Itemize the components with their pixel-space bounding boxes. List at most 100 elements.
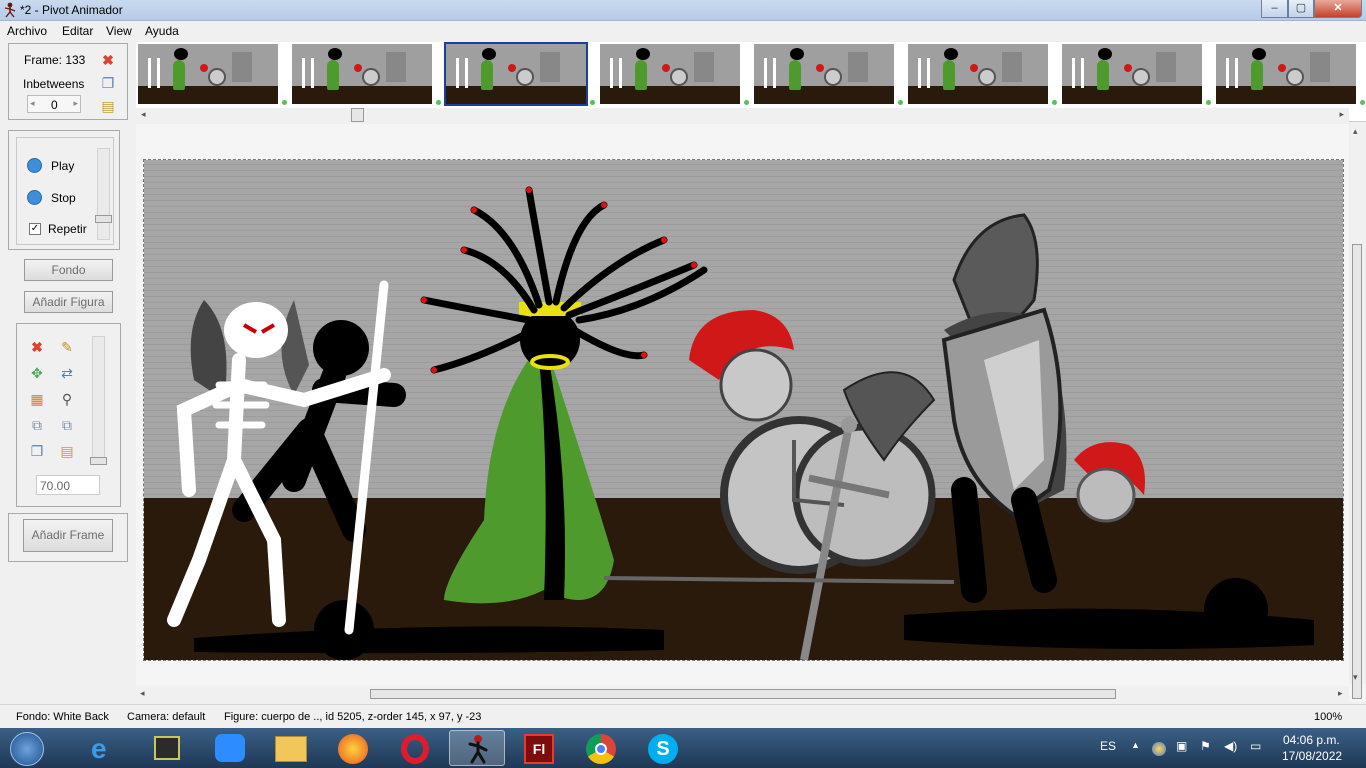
frame-thumbnail[interactable]: [600, 44, 740, 104]
skype-icon[interactable]: S: [635, 730, 691, 766]
repeat-label[interactable]: Repetir: [48, 222, 87, 236]
menu-view[interactable]: View: [106, 24, 132, 38]
animation-canvas[interactable]: [143, 159, 1344, 661]
title-bar: *2 - Pivot Animador – ▢ ✕: [0, 0, 1366, 21]
add-frame-button[interactable]: Añadir Frame: [23, 519, 113, 552]
frame-panel: Frame: 133 Inbetweens ◂ 0 ▸ ✖ ❐ ▤: [8, 43, 128, 120]
frame-thumbnail[interactable]: [1216, 44, 1356, 104]
file-explorer-icon[interactable]: [263, 730, 319, 766]
inbetweens-label: Inbetweens: [23, 77, 85, 91]
send-back-icon[interactable]: ⧉: [59, 417, 75, 433]
clock-time[interactable]: 04:06 p.m.: [1283, 733, 1340, 747]
fallen-helmet-metal: [1076, 467, 1136, 523]
tray-device-icon[interactable]: ▣: [1176, 739, 1187, 753]
firefox-icon[interactable]: [325, 730, 381, 766]
frame-indicator-dot: [1052, 100, 1057, 105]
color-palette-icon[interactable]: ▦: [29, 391, 45, 407]
scroll-up-icon[interactable]: ▴: [1353, 126, 1358, 137]
repeat-checkbox[interactable]: ✓: [29, 223, 41, 235]
frame-thumbnail[interactable]: [1062, 44, 1202, 104]
frame-thumbnail[interactable]: [908, 44, 1048, 104]
canvas-vertical-scrollbar[interactable]: ▴ ▾: [1349, 124, 1366, 699]
join-tool-icon[interactable]: ⚲: [59, 391, 75, 407]
start-orb-icon[interactable]: [0, 730, 54, 766]
frame-indicator-dot: [1360, 100, 1365, 105]
playback-inner: Play Stop ✓ Repetir: [16, 137, 114, 245]
strip-scroll-thumb[interactable]: [351, 108, 364, 122]
stepper-right-icon[interactable]: ▸: [73, 98, 78, 109]
chrome-icon[interactable]: [573, 730, 629, 766]
frame-thumbnail[interactable]: [292, 44, 432, 104]
status-camera: Camera: default: [127, 711, 206, 723]
copy-frame-icon[interactable]: ❐: [100, 75, 116, 91]
bring-front-icon[interactable]: ⧉: [29, 417, 45, 433]
pivot-app-icon: [4, 2, 16, 18]
edit-pencil-icon[interactable]: ✎: [59, 339, 75, 355]
delete-frame-icon[interactable]: ✖: [100, 52, 116, 68]
scale-input[interactable]: 70.00: [36, 475, 100, 495]
fallen-helmet: [314, 600, 374, 660]
play-label[interactable]: Play: [51, 159, 74, 173]
canvas-horizontal-scrollbar[interactable]: ◂ ▸: [136, 686, 1349, 703]
internet-explorer-icon[interactable]: e: [78, 730, 134, 766]
opera-icon[interactable]: [387, 730, 443, 766]
play-icon[interactable]: [27, 158, 42, 173]
tray-app-icon[interactable]: [1152, 742, 1166, 756]
horizontal-scroll-thumb[interactable]: [370, 689, 1116, 699]
tray-volume-icon[interactable]: ◀): [1224, 739, 1237, 753]
pivot-animator-icon[interactable]: [449, 730, 505, 766]
fallen-head: [1204, 578, 1268, 642]
stop-label[interactable]: Stop: [51, 191, 76, 205]
frame-thumbnail[interactable]: [754, 44, 894, 104]
frame-strip: ◂ ▸: [136, 42, 1366, 122]
fondo-button[interactable]: Fondo: [24, 259, 113, 281]
scroll-down-icon[interactable]: ▾: [1353, 672, 1358, 683]
tray-flag-icon[interactable]: ⚑: [1200, 739, 1211, 753]
frame-thumbnail[interactable]: [444, 42, 588, 106]
stepper-left-icon[interactable]: ◂: [30, 98, 35, 109]
strip-scroll-right-icon[interactable]: ▸: [1339, 109, 1344, 120]
maximize-button[interactable]: ▢: [1288, 0, 1314, 18]
paste-frame-icon[interactable]: ▤: [100, 98, 116, 114]
stop-icon[interactable]: [27, 190, 42, 205]
center-figure-icon[interactable]: ✥: [29, 365, 45, 381]
frame-indicator-dot: [436, 100, 441, 105]
tray-expand-icon[interactable]: ▲: [1131, 740, 1140, 750]
frame-strip-scrollbar[interactable]: ◂ ▸: [136, 108, 1349, 122]
status-fondo: Fondo: White Back: [16, 711, 109, 723]
scale-slider[interactable]: [90, 336, 107, 465]
copy-figure-icon[interactable]: ❐: [29, 443, 45, 459]
speed-slider-handle[interactable]: [95, 215, 112, 223]
menu-editar[interactable]: Editar: [62, 24, 93, 38]
strip-scroll-left-icon[interactable]: ◂: [141, 109, 146, 120]
scale-slider-handle[interactable]: [90, 457, 107, 465]
flash-icon[interactable]: Fl: [511, 730, 567, 766]
menu-bar: Archivo Editar View Ayuda: [0, 22, 1366, 40]
vertical-scroll-thumb[interactable]: [1352, 244, 1362, 699]
paste-figure-icon[interactable]: ▤: [59, 443, 75, 459]
frame-indicator-dot: [1206, 100, 1211, 105]
tray-network-icon[interactable]: ▭: [1250, 739, 1261, 753]
inbetweens-stepper[interactable]: ◂ 0 ▸: [27, 95, 81, 113]
playback-panel: Play Stop ✓ Repetir: [8, 130, 120, 250]
close-button[interactable]: ✕: [1314, 0, 1362, 18]
menu-ayuda[interactable]: Ayuda: [145, 24, 179, 38]
language-indicator[interactable]: ES: [1100, 739, 1116, 753]
flip-figure-icon[interactable]: ⇄: [59, 365, 75, 381]
add-figure-button[interactable]: Añadir Figura: [24, 291, 113, 313]
status-zoom: 100%: [1314, 711, 1343, 723]
frame-indicator-dot: [590, 100, 595, 105]
delete-figure-icon[interactable]: ✖: [29, 339, 45, 355]
terminal-icon[interactable]: [140, 730, 196, 766]
status-bar: Fondo: White Back Camera: default Figure…: [0, 704, 1366, 728]
minimize-button[interactable]: –: [1261, 0, 1288, 18]
scroll-left-icon[interactable]: ◂: [140, 688, 145, 699]
frame-thumbnail[interactable]: [138, 44, 278, 104]
clock-date[interactable]: 17/08/2022: [1282, 749, 1342, 763]
add-frame-panel: Añadir Frame: [8, 513, 128, 562]
frame-indicator-dot: [282, 100, 287, 105]
scroll-right-icon[interactable]: ▸: [1338, 688, 1343, 699]
menu-archivo[interactable]: Archivo: [7, 24, 47, 38]
zoom-icon[interactable]: [202, 730, 258, 766]
speed-slider[interactable]: [95, 148, 112, 240]
